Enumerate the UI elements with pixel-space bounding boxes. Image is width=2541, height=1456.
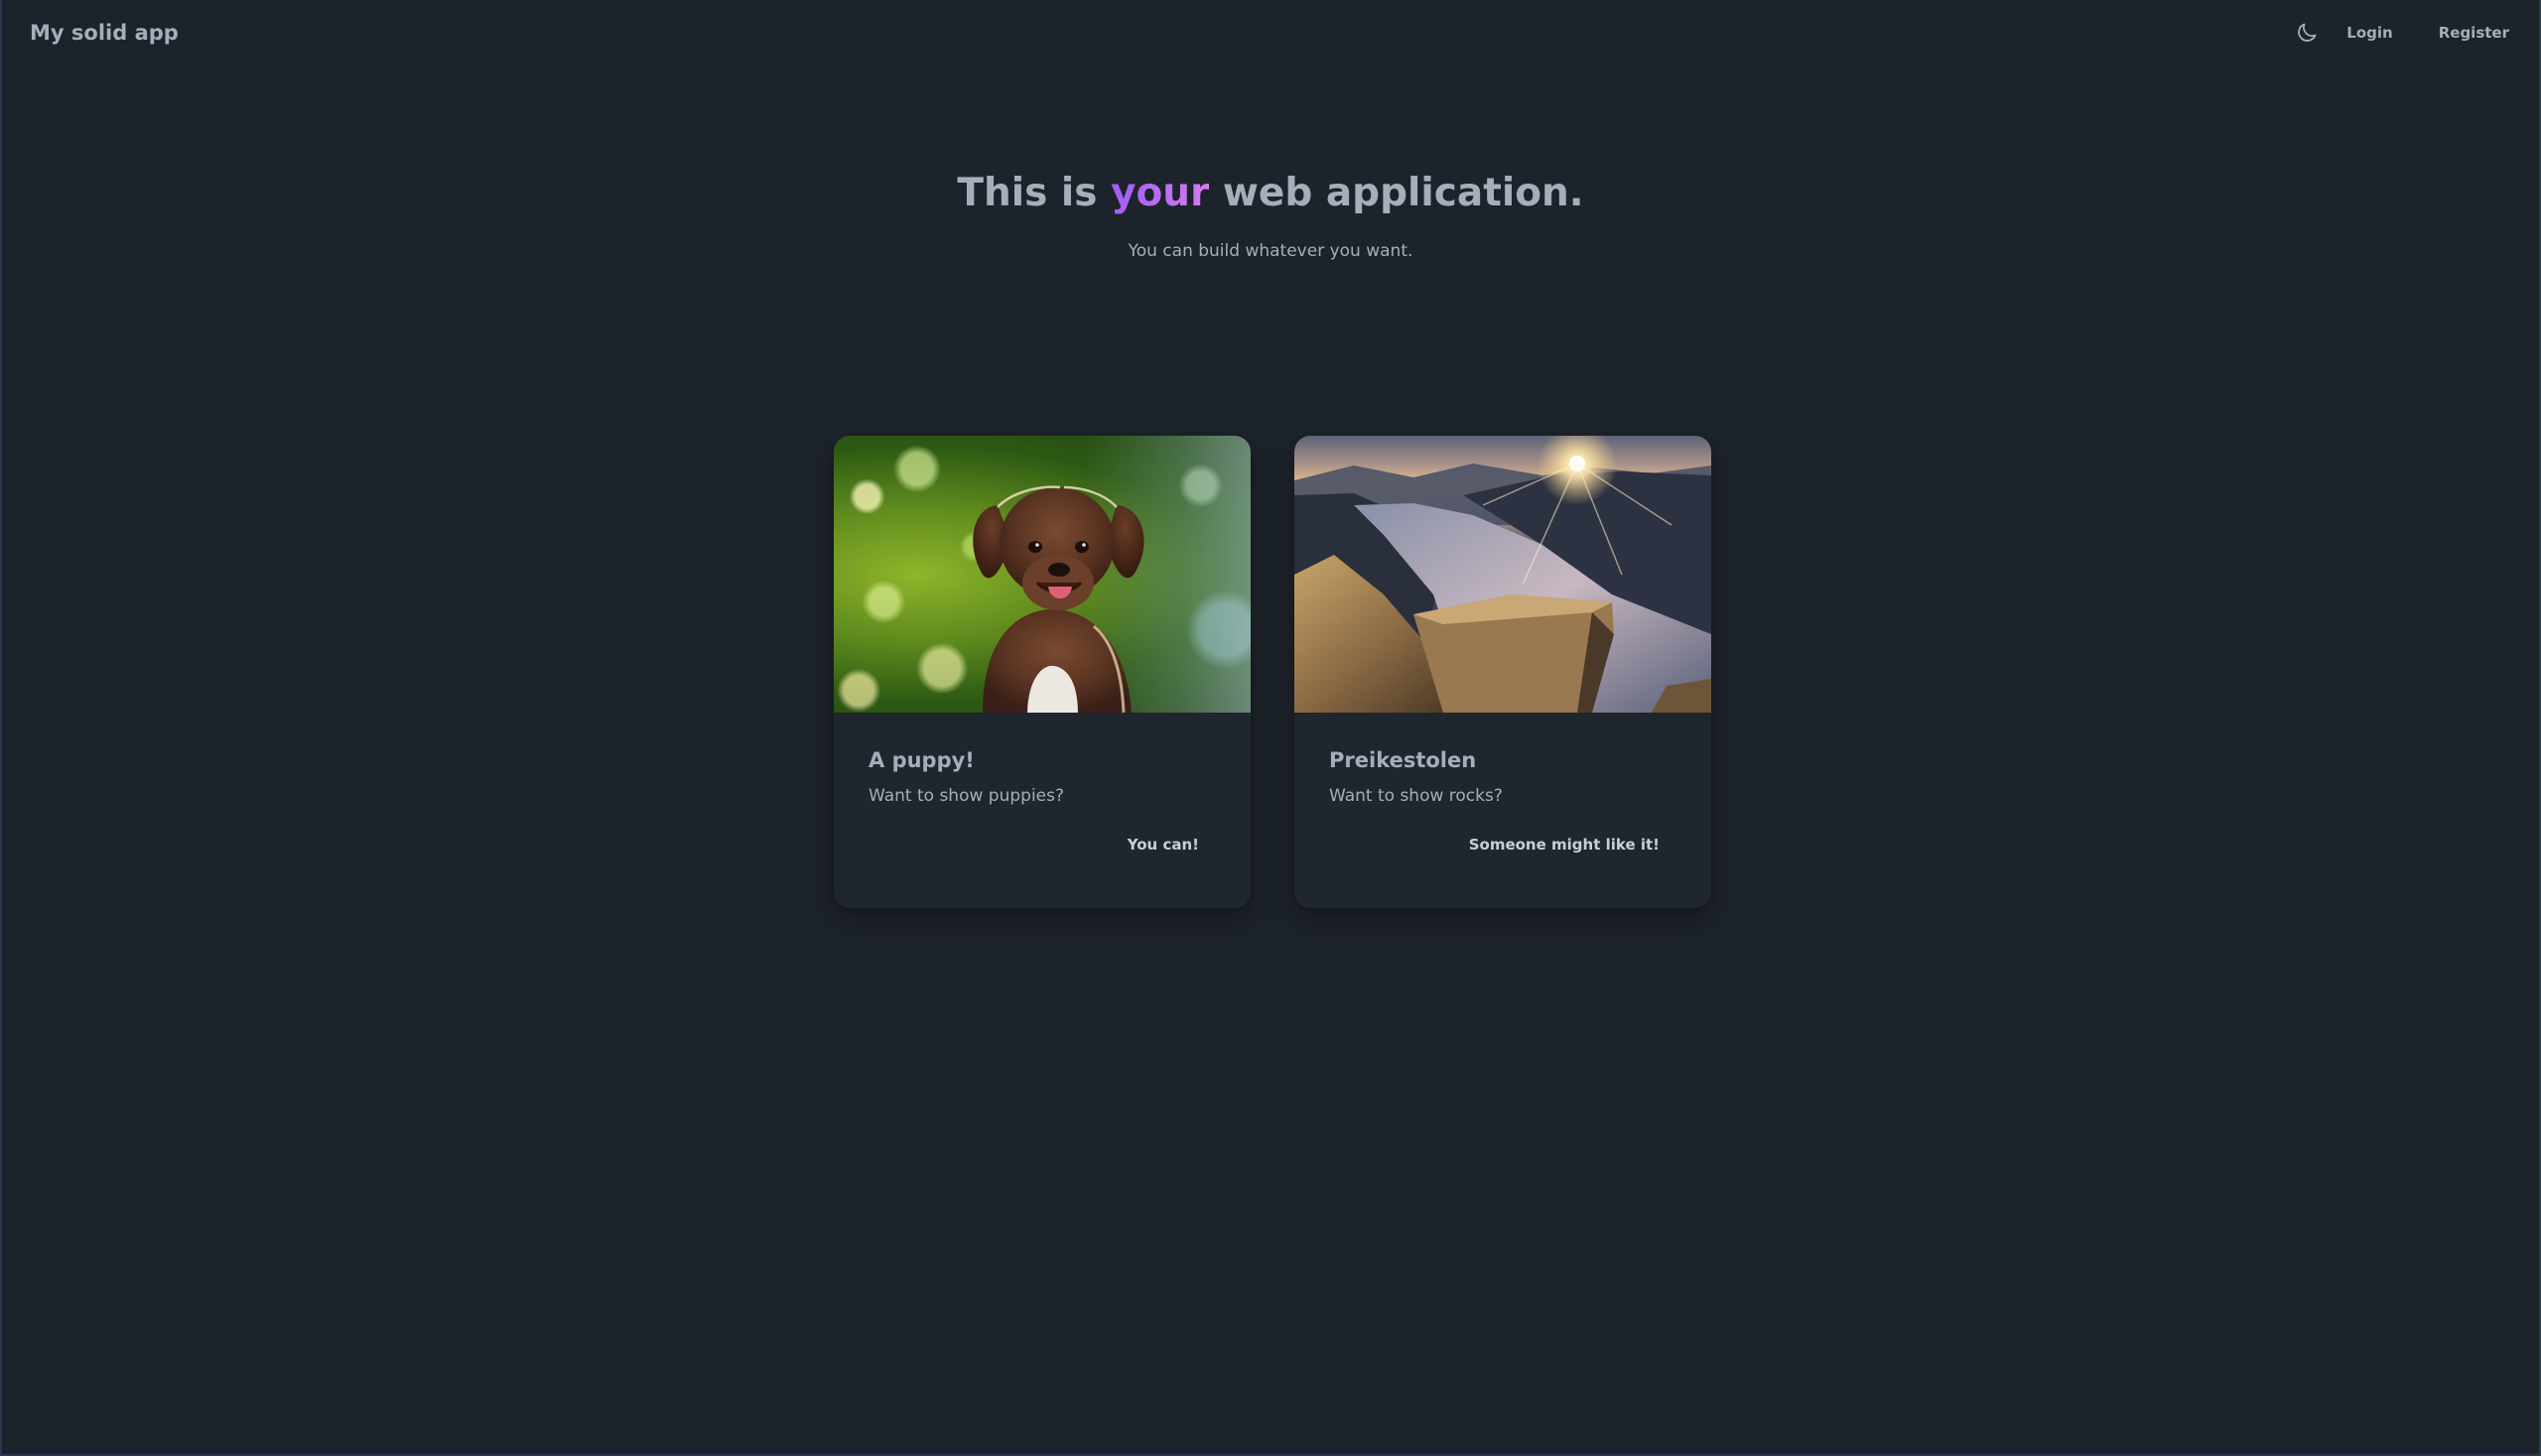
hero: This is your web application. You can bu… <box>2 164 2539 261</box>
hero-title-accent: your <box>1111 171 1210 215</box>
navbar: My solid app Login Register <box>2 0 2539 66</box>
card-title: A puppy! <box>869 748 975 772</box>
login-link[interactable]: Login <box>2346 18 2392 48</box>
card-body: A puppy! Want to show puppies? You can! <box>834 713 1251 860</box>
register-link[interactable]: Register <box>2439 18 2509 48</box>
brand-link[interactable]: My solid app <box>30 21 179 45</box>
card-text: Want to show rocks? <box>1329 786 1503 806</box>
puppy-photo <box>834 436 1251 713</box>
nav-actions: Login Register <box>2293 18 2509 48</box>
card-actions: You can! <box>869 830 1217 860</box>
hero-title: This is your web application. <box>2 164 2539 223</box>
puppy-illustration <box>973 485 1144 713</box>
card-preikestolen: Preikestolen Want to show rocks? Someone… <box>1294 436 1711 908</box>
card-title: Preikestolen <box>1329 748 1477 772</box>
cliff-fjord-photo <box>1294 436 1711 713</box>
someone-might-like-it-button[interactable]: Someone might like it! <box>1451 830 1677 860</box>
hero-title-suffix: web application. <box>1209 171 1584 215</box>
card-text: Want to show puppies? <box>869 786 1065 806</box>
you-can-button[interactable]: You can! <box>1110 830 1217 860</box>
hero-subtitle: You can build whatever you want. <box>1128 241 1413 261</box>
moon-icon <box>2298 23 2317 42</box>
card-grid: A puppy! Want to show puppies? You can! <box>834 436 1711 908</box>
card-actions: Someone might like it! <box>1329 830 1677 860</box>
card-puppy: A puppy! Want to show puppies? You can! <box>834 436 1251 908</box>
theme-toggle-button[interactable] <box>2293 19 2321 47</box>
hero-title-prefix: This is <box>957 171 1112 215</box>
card-body: Preikestolen Want to show rocks? Someone… <box>1294 713 1711 860</box>
fjord-illustration <box>1294 436 1711 713</box>
